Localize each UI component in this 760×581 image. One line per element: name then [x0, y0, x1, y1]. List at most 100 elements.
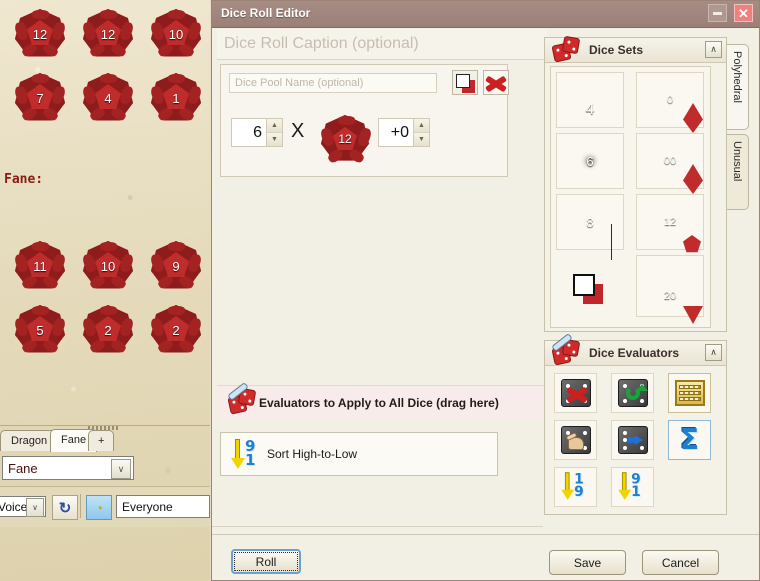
die-value: 5 — [36, 322, 44, 338]
rolled-die[interactable]: 2 — [146, 300, 206, 360]
dice-set-tab-unusual[interactable]: Unusual — [727, 134, 749, 210]
quantity-spinner[interactable]: ▲ ▼ — [266, 119, 282, 146]
character-select-value: Fane — [8, 460, 38, 476]
pool-name-input[interactable]: Dice Pool Name (optional) — [229, 73, 437, 93]
sort-bottom-digit: 1 — [630, 483, 641, 500]
dice-set-tab-polyhedral[interactable]: Polyhedral — [727, 44, 749, 130]
spinner-down-icon[interactable]: ▼ — [267, 133, 282, 146]
roll-button[interactable]: Roll — [231, 549, 301, 574]
die-red-x-icon — [560, 379, 591, 407]
modifier-stepper[interactable]: +0 ▲ ▼ — [378, 118, 430, 147]
caption-placeholder: Dice Roll Caption (optional) — [224, 35, 419, 52]
rolled-die[interactable]: 2 — [78, 300, 138, 360]
chat-tab-bar: Dragon Fane + — [0, 425, 210, 452]
dice-sets-panel: Dice Sets ∧ 4 0 6 00 8 12 20 — [544, 35, 727, 332]
die-value: 12 — [32, 26, 48, 42]
tab-label: Unusual — [731, 141, 743, 182]
rolled-die[interactable]: 12 — [10, 4, 70, 64]
minimize-icon — [713, 11, 722, 15]
pool-die-d12[interactable]: 12 — [317, 111, 373, 167]
evaluator-select-dice[interactable] — [554, 420, 597, 460]
collapse-icon[interactable]: ∧ — [705, 41, 722, 58]
dice-pool-card: Dice Pool Name (optional) 6 ▲ ▼ X 12 +0 — [220, 64, 509, 177]
pool-name-placeholder: Dice Pool Name (optional) — [235, 77, 364, 89]
rolled-die[interactable]: 10 — [146, 4, 206, 64]
evaluator-move-dice[interactable] — [611, 420, 654, 460]
sort-bottom-digit: 1 — [245, 451, 256, 469]
evaluator-sort-high-to-low[interactable]: 9 1 — [611, 467, 654, 507]
dice-roll-row: 7 4 1 — [0, 66, 210, 130]
dice-quantity-stepper[interactable]: 6 ▲ ▼ — [231, 118, 283, 147]
evaluator-count-dice[interactable] — [668, 373, 711, 413]
divider — [212, 526, 543, 527]
rolled-die[interactable]: 1 — [146, 68, 206, 128]
roller-name-label: Fane: — [4, 172, 44, 187]
rolled-die[interactable]: 7 — [10, 68, 70, 128]
applied-evaluator-label: Sort High-to-Low — [267, 447, 358, 461]
dice-evaluators-grid: Σ 1 9 9 1 — [550, 369, 723, 507]
tab-label: Polyhedral — [731, 51, 743, 103]
pool-color-button[interactable] — [452, 70, 478, 95]
die-value: 7 — [36, 90, 44, 106]
recipient-field[interactable]: Everyone — [116, 495, 210, 518]
dice-set-new[interactable] — [556, 262, 624, 318]
dice-set-d12[interactable]: 12 — [636, 194, 704, 253]
collapse-icon[interactable]: ∧ — [705, 344, 722, 361]
voice-select[interactable]: Voice ∨ — [0, 496, 46, 517]
dice-quantity-value: 6 — [253, 123, 262, 141]
evaluator-reroll-dice[interactable] — [611, 373, 654, 413]
rolled-die[interactable]: 4 — [78, 68, 138, 128]
pool-die-value: 12 — [338, 132, 352, 146]
rolled-die[interactable]: 9 — [146, 236, 206, 296]
dice-set-d8[interactable]: 8 — [556, 194, 624, 260]
spinner-up-icon[interactable]: ▲ — [267, 119, 282, 133]
rolled-die[interactable]: 12 — [78, 4, 138, 64]
abacus-icon — [674, 380, 705, 406]
dice-roll-row: 12 12 10 — [0, 2, 210, 66]
minimize-button[interactable] — [708, 4, 727, 22]
chat-tab-add[interactable]: + — [88, 430, 115, 451]
dialog-titlebar[interactable]: Dice Roll Editor ✕ — [212, 1, 759, 28]
die-value: 10 — [168, 26, 184, 42]
character-select[interactable]: Fane ∨ — [2, 456, 134, 480]
dice-set-d6[interactable]: 6 — [556, 133, 624, 189]
evaluator-sum-dice[interactable]: Σ — [668, 420, 711, 460]
evaluator-drop-dice[interactable] — [554, 373, 597, 413]
dice-evaluators-title: Dice Evaluators — [589, 346, 680, 360]
die-value: 10 — [100, 258, 116, 274]
divider — [212, 534, 759, 535]
spinner-up-icon[interactable]: ▲ — [414, 119, 429, 133]
modifier-spinner[interactable]: ▲ ▼ — [413, 119, 429, 146]
delete-pool-button[interactable] — [483, 70, 509, 95]
applied-evaluator-item[interactable]: 9 1 Sort High-to-Low — [220, 432, 498, 476]
die-green-arrow-icon — [617, 379, 648, 407]
dice-set-d100[interactable]: 00 — [636, 133, 704, 194]
dice-set-d20[interactable]: 20 — [636, 255, 704, 324]
dice-evaluators-header: Dice Evaluators ∧ — [545, 332, 726, 366]
caption-input[interactable]: Dice Roll Caption (optional) — [217, 29, 547, 60]
global-evaluator-dropzone[interactable]: Evaluators to Apply to All Dice (drag he… — [217, 381, 547, 419]
rolled-die[interactable]: 5 — [10, 300, 70, 360]
die-value: 9 — [172, 258, 180, 274]
sort-high-to-low-icon: 9 1 — [616, 470, 649, 501]
die-value: 12 — [100, 26, 116, 42]
dice-sets-header: Dice Sets ∧ — [545, 35, 726, 63]
dice-set-d10[interactable]: 0 — [636, 72, 704, 133]
die-value: 4 — [104, 90, 112, 106]
broadcast-button[interactable]: ◔ — [86, 495, 112, 520]
refresh-button[interactable]: ↻ — [52, 495, 78, 520]
spinner-down-icon[interactable]: ▼ — [414, 133, 429, 146]
cancel-button[interactable]: Cancel — [642, 550, 719, 575]
sort-low-to-high-icon: 1 9 — [559, 470, 592, 501]
sigma-icon: Σ — [679, 423, 700, 456]
rolled-die[interactable]: 10 — [78, 236, 138, 296]
rolled-die[interactable]: 11 — [10, 236, 70, 296]
save-button[interactable]: Save — [549, 550, 626, 575]
close-button[interactable]: ✕ — [734, 4, 753, 22]
chevron-down-icon[interactable]: ∨ — [26, 498, 44, 517]
dice-set-d4[interactable]: 4 — [556, 72, 624, 128]
speaker-icon: ◔ — [94, 499, 104, 516]
evaluator-sort-low-to-high[interactable]: 1 9 — [554, 467, 597, 507]
voice-select-value: Voice — [0, 499, 28, 514]
chevron-down-icon[interactable]: ∨ — [111, 459, 131, 479]
